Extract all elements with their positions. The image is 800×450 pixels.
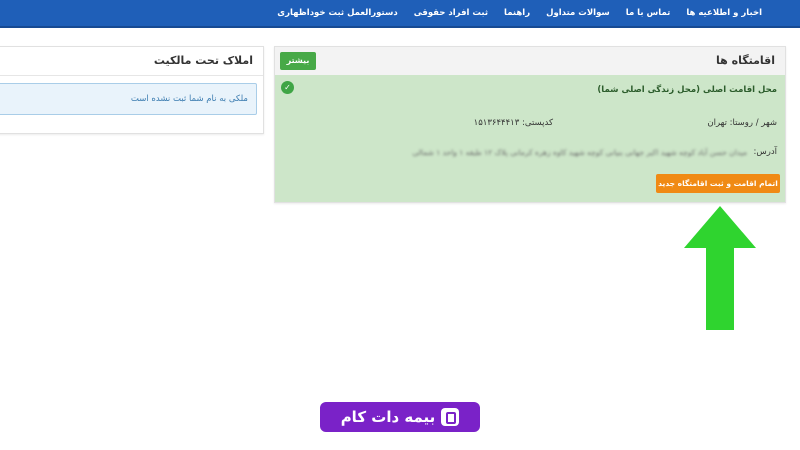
- residences-panel-header: اقامتگاه ها بیشتر: [275, 47, 785, 76]
- city-label: شهر / روستا: تهران: [707, 118, 777, 128]
- address-value: میدان حسن آباد کوچه شهید اکبر جهانی بنیا…: [412, 148, 747, 157]
- properties-panel-header: املاک تحت مالکیت: [0, 47, 263, 76]
- brand-icon: [441, 408, 460, 426]
- finish-residence-button[interactable]: اتمام اقامت و ثبت اقامتگاه جدید: [656, 174, 780, 193]
- top-nav-menu: اخبار و اطلاعیه ها تماس با ما سوالات متد…: [277, 0, 762, 26]
- properties-panel: املاک تحت مالکیت ملکی به نام شما ثبت نشد…: [0, 46, 264, 134]
- main-residence-card: ✓ محل اقامت اصلی (محل زندگی اصلی شما) شه…: [275, 75, 785, 202]
- nav-item-faq[interactable]: سوالات متداول: [546, 8, 610, 18]
- nav-item-instructions[interactable]: دستورالعمل ثبت خوداظهاری: [277, 8, 397, 18]
- brand-text: بیمه دات کام: [340, 408, 436, 426]
- no-property-alert: ملکی به نام شما ثبت نشده است: [0, 83, 257, 115]
- top-navbar: اخبار و اطلاعیه ها تماس با ما سوالات متد…: [0, 0, 800, 28]
- no-property-alert-text: ملکی به نام شما ثبت نشده است: [130, 94, 248, 104]
- check-circle-icon: ✓: [281, 81, 294, 94]
- up-arrow-shape: [684, 206, 756, 330]
- brand-logo: بیمه دات کام: [320, 402, 480, 432]
- nav-item-legal-entities[interactable]: ثبت افراد حقوقی: [414, 8, 488, 18]
- up-arrow-icon: [684, 206, 756, 330]
- residences-panel: اقامتگاه ها بیشتر ✓ محل اقامت اصلی (محل …: [274, 46, 786, 203]
- address-label: آدرس:: [753, 147, 778, 157]
- nav-item-contact[interactable]: تماس با ما: [626, 8, 671, 18]
- nav-item-help[interactable]: راهنما: [504, 8, 530, 18]
- postal-code-label: کدپستی: ۱۵۱۳۶۴۴۴۱۳: [473, 118, 553, 128]
- residences-title: اقامتگاه ها: [715, 54, 775, 67]
- more-button[interactable]: بیشتر: [280, 52, 316, 70]
- properties-title: املاک تحت مالکیت: [153, 54, 253, 67]
- nav-item-news[interactable]: اخبار و اطلاعیه ها: [686, 8, 762, 18]
- main-residence-label: محل اقامت اصلی (محل زندگی اصلی شما): [597, 85, 777, 95]
